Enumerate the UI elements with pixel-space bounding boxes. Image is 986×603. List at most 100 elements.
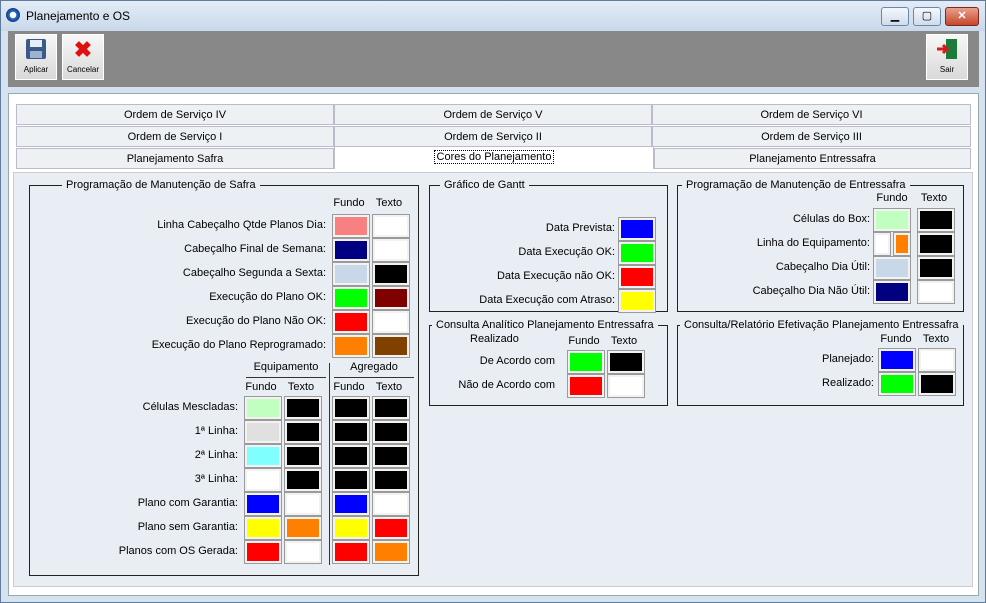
efetivacao-fundo-swatch[interactable] (878, 348, 916, 372)
equipamento-header: Equipamento (253, 361, 319, 373)
safra-fundo-swatch[interactable] (332, 262, 370, 286)
tab-os-v[interactable]: Ordem de Serviço V (334, 104, 652, 125)
agreg-fundo-swatch[interactable] (332, 468, 370, 492)
entressafra-texto-swatch[interactable] (917, 280, 955, 304)
safra-fundo-swatch[interactable] (332, 214, 370, 238)
safra-texto-swatch[interactable] (372, 262, 410, 286)
consulta-row-label: Não de Acordo com (458, 379, 555, 391)
maximize-button[interactable]: ▢ (913, 7, 941, 26)
tab-planejamento-entressafra[interactable]: Planejamento Entressafra (654, 148, 971, 169)
tab-os-ii[interactable]: Ordem de Serviço II (334, 126, 652, 147)
agreg-texto-swatch[interactable] (372, 516, 410, 540)
entressafra-fundo-swatch[interactable] (873, 256, 911, 280)
agreg-texto-swatch[interactable] (372, 420, 410, 444)
equip-texto-swatch[interactable] (284, 516, 322, 540)
equip-texto-swatch[interactable] (284, 540, 322, 564)
entressafra-texto-swatch[interactable] (917, 232, 955, 256)
equip-texto-swatch[interactable] (284, 420, 322, 444)
tab-cores-do-planejamento[interactable]: Cores do Planejamento (334, 146, 654, 169)
agreg-fundo-swatch[interactable] (332, 516, 370, 540)
aplicar-button[interactable]: Aplicar (15, 34, 57, 80)
tab-planejamento-safra[interactable]: Planejamento Safra (16, 148, 334, 169)
efetivacao-row-label: Realizado: (822, 377, 874, 389)
agreg-texto-swatch[interactable] (372, 444, 410, 468)
safra-fundo-swatch[interactable] (332, 310, 370, 334)
efetivacao-fundo-header: Fundo (880, 333, 912, 345)
entressafra-fundo-swatch[interactable] (873, 280, 911, 304)
safra-grid-label: Plano com Garantia: (137, 497, 238, 509)
efetivacao-texto-swatch[interactable] (918, 348, 956, 372)
safra-texto-swatch[interactable] (372, 310, 410, 334)
equip-fundo-swatch[interactable] (244, 444, 282, 468)
equip-fundo-swatch[interactable] (244, 420, 282, 444)
gantt-color-swatch[interactable] (618, 289, 656, 313)
consulta-texto-swatch[interactable] (607, 374, 645, 398)
safra-row-label: Cabeçalho Segunda a Sexta: (182, 267, 326, 279)
tab-os-iii[interactable]: Ordem de Serviço III (652, 126, 971, 147)
sair-button[interactable]: Sair (926, 34, 968, 80)
safra-row-label: Execução do Plano Reprogramado: (151, 339, 326, 351)
safra-texto-swatch[interactable] (372, 334, 410, 358)
cancelar-button[interactable]: ✖ Cancelar (62, 34, 104, 80)
agreg-fundo-swatch[interactable] (332, 396, 370, 420)
consulta-fundo-swatch[interactable] (567, 350, 605, 374)
entressafra-fundo-swatch[interactable] (873, 232, 891, 256)
efetivacao-fundo-swatch[interactable] (878, 372, 916, 396)
equip-fundo-header: Fundo (245, 381, 277, 393)
safra-grid-label: 1ª Linha: (194, 425, 238, 437)
entressafra-texto-swatch[interactable] (917, 256, 955, 280)
consulta-group: Consulta Analítico Planejamento Entressa… (429, 319, 668, 406)
cancel-icon: ✖ (73, 37, 93, 62)
equip-texto-swatch[interactable] (284, 396, 322, 420)
entressafra-texto-swatch[interactable] (917, 208, 955, 232)
agreg-texto-swatch[interactable] (372, 492, 410, 516)
equip-texto-swatch[interactable] (284, 492, 322, 516)
consulta-realizado-label: Realizado (470, 333, 519, 345)
consulta-fundo-swatch[interactable] (567, 374, 605, 398)
column-divider (329, 363, 330, 565)
tab-os-vi[interactable]: Ordem de Serviço VI (652, 104, 971, 125)
agreg-texto-swatch[interactable] (372, 396, 410, 420)
window-title: Planejamento e OS (26, 9, 131, 23)
equip-texto-swatch[interactable] (284, 444, 322, 468)
equip-fundo-swatch[interactable] (244, 492, 282, 516)
agreg-texto-swatch[interactable] (372, 468, 410, 492)
safra-fundo-swatch[interactable] (332, 334, 370, 358)
entressafra-fundo2-swatch[interactable] (893, 232, 911, 256)
safra-legend: Programação de Manutenção de Safra (66, 179, 256, 191)
safra-fundo-swatch[interactable] (332, 286, 370, 310)
safra-texto-swatch[interactable] (372, 214, 410, 238)
close-button[interactable]: ✕ (945, 7, 979, 26)
equip-fundo-swatch[interactable] (244, 540, 282, 564)
exit-door-icon (934, 38, 960, 62)
agreg-fundo-swatch[interactable] (332, 444, 370, 468)
safra-fundo-swatch[interactable] (332, 238, 370, 262)
consulta-texto-swatch[interactable] (607, 350, 645, 374)
equip-fundo-swatch[interactable] (244, 516, 282, 540)
entressafra-fundo-header: Fundo (876, 192, 908, 204)
app-icon (6, 8, 20, 22)
minimize-button[interactable]: ▁ (881, 7, 909, 26)
equip-fundo-swatch[interactable] (244, 396, 282, 420)
safra-grid-label: Plano sem Garantia: (137, 521, 238, 533)
agreg-texto-swatch[interactable] (372, 540, 410, 564)
tab-os-i[interactable]: Ordem de Serviço I (16, 126, 334, 147)
consulta-texto-header: Texto (610, 335, 638, 347)
agreg-fundo-swatch[interactable] (332, 420, 370, 444)
entressafra-legend: Programação de Manutenção de Entressafra (686, 179, 906, 191)
agreg-texto-header: Texto (375, 381, 403, 393)
safra-texto-swatch[interactable] (372, 286, 410, 310)
entressafra-row-label: Células do Box: (792, 213, 870, 225)
tab-os-iv[interactable]: Ordem de Serviço IV (16, 104, 334, 125)
gantt-color-swatch[interactable] (618, 241, 656, 265)
gantt-color-swatch[interactable] (618, 217, 656, 241)
gantt-color-swatch[interactable] (618, 265, 656, 289)
entressafra-fundo-swatch[interactable] (873, 208, 911, 232)
agreg-fundo-swatch[interactable] (332, 540, 370, 564)
efetivacao-texto-swatch[interactable] (918, 372, 956, 396)
agreg-fundo-swatch[interactable] (332, 492, 370, 516)
safra-row-label: Execução do Plano Não OK: (185, 315, 326, 327)
equip-fundo-swatch[interactable] (244, 468, 282, 492)
safra-texto-swatch[interactable] (372, 238, 410, 262)
equip-texto-swatch[interactable] (284, 468, 322, 492)
